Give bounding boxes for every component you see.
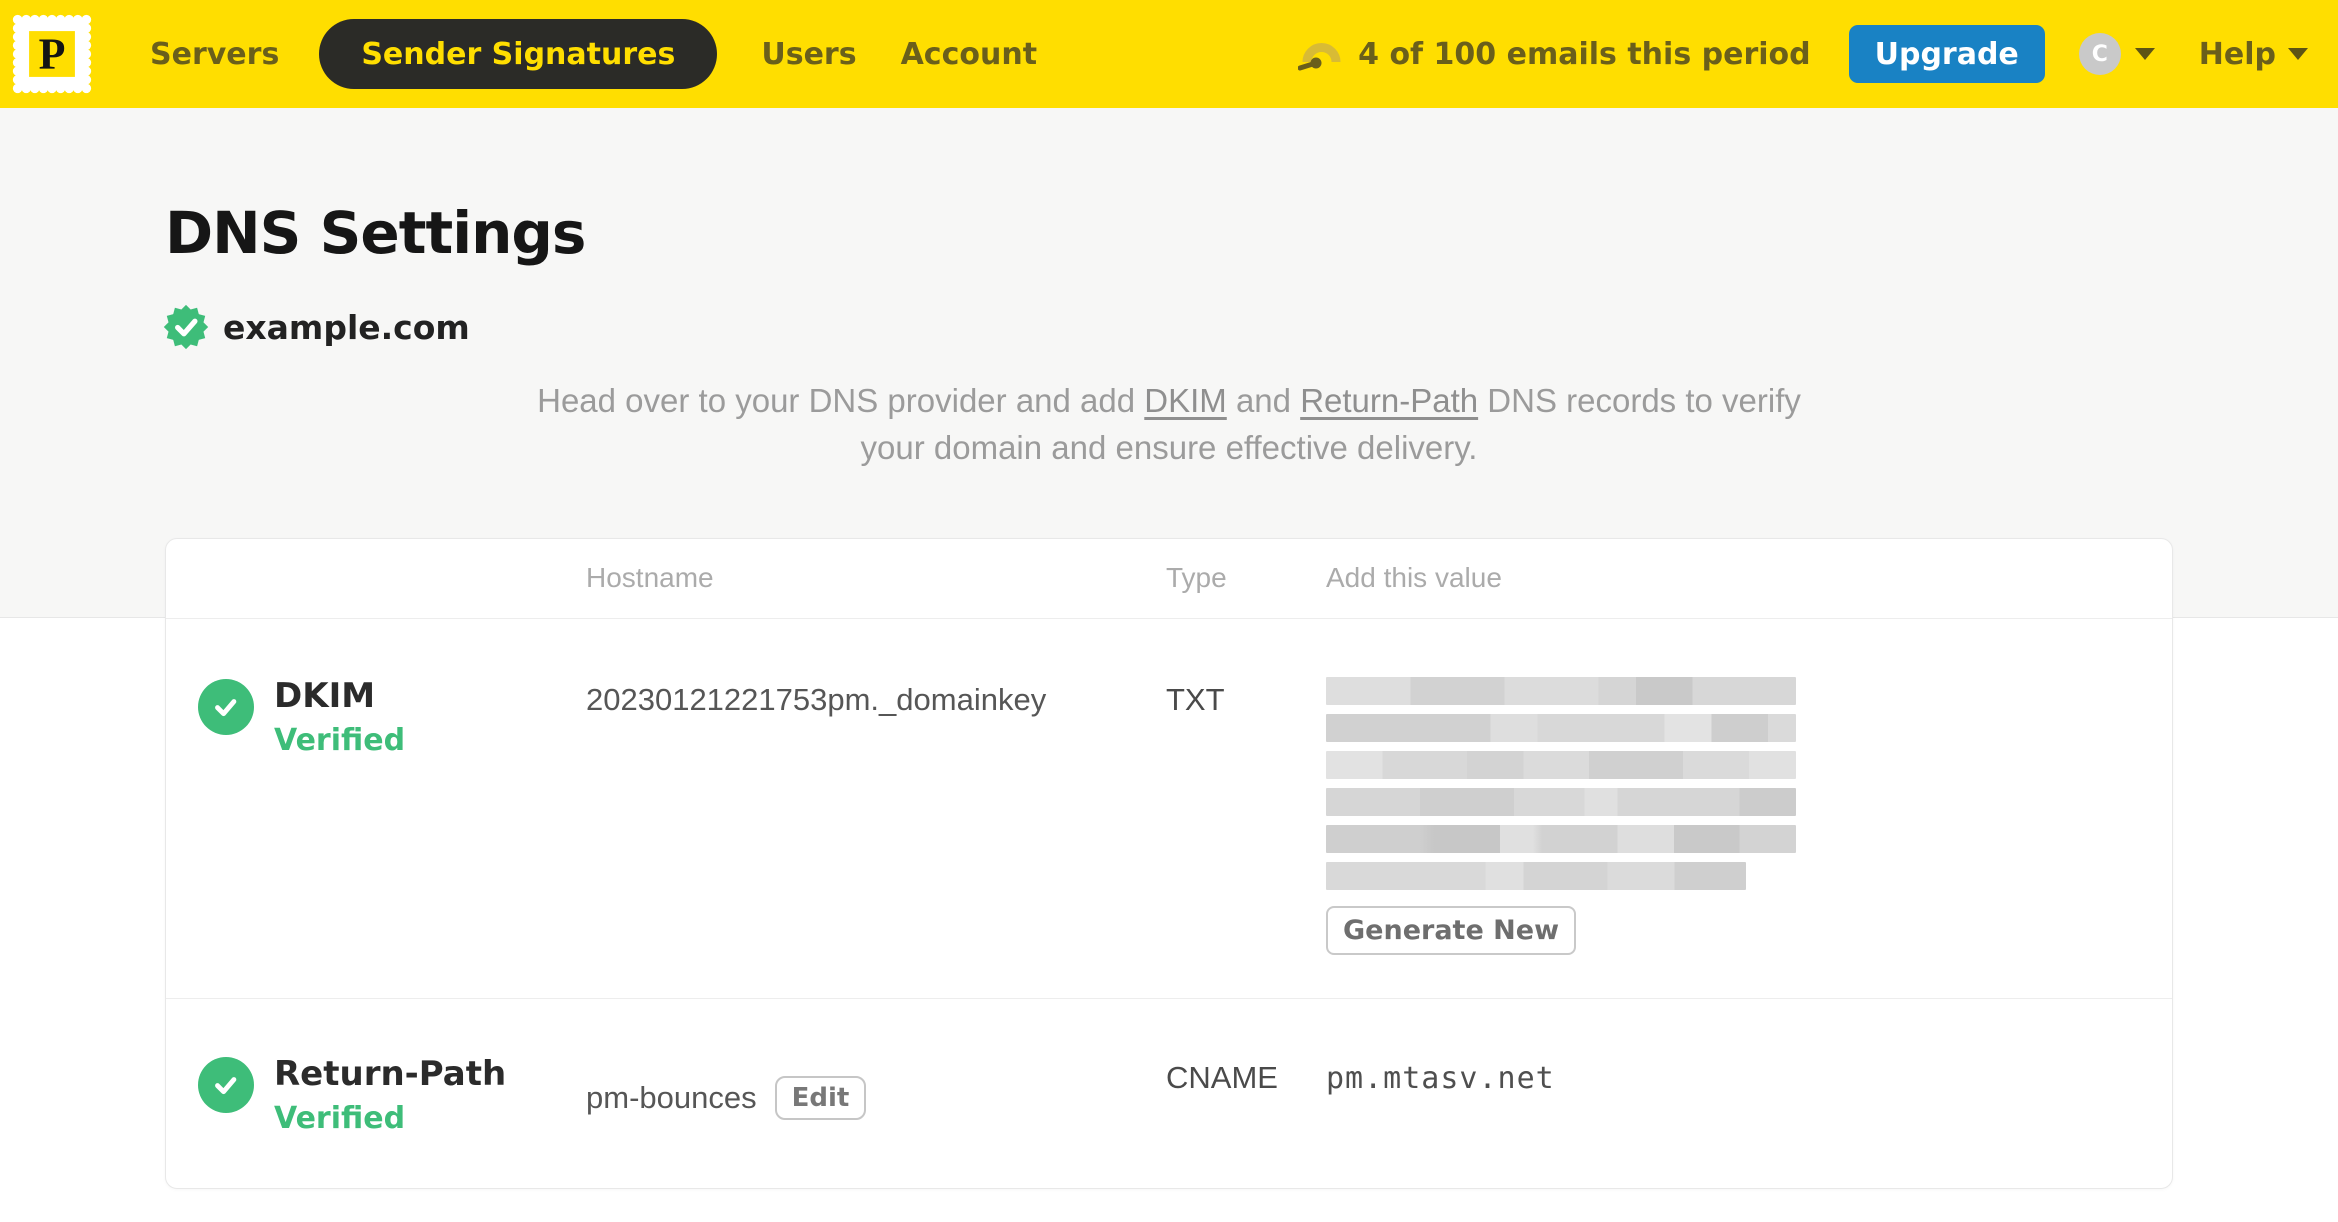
- dkim-link[interactable]: DKIM: [1144, 382, 1227, 419]
- upgrade-button[interactable]: Upgrade: [1848, 25, 2045, 83]
- generate-new-button[interactable]: Generate New: [1326, 905, 1577, 955]
- record-name: Return-Path: [274, 1053, 507, 1094]
- avatar[interactable]: C: [2078, 33, 2121, 75]
- return-path-hostname: pm-bounces: [586, 1079, 757, 1115]
- help-label: Help: [2198, 36, 2276, 72]
- verified-check-icon: [198, 678, 254, 735]
- account-menu[interactable]: C: [2078, 33, 2155, 75]
- status-badge: Verified: [274, 1100, 406, 1136]
- redacted-bar: [1326, 676, 1796, 705]
- usage-meter: 4 of 100 emails this period: [1298, 35, 1811, 73]
- return-path-status-cell: Return-Path Verified: [166, 1053, 586, 1136]
- status-badge: Verified: [274, 722, 406, 758]
- nav-item-users[interactable]: Users: [761, 37, 856, 72]
- dkim-status-cell: DKIM Verified: [166, 675, 586, 955]
- dns-records-card: Hostname Type Add this value DKIM Verifi…: [165, 537, 2173, 1189]
- help-menu[interactable]: Help: [2199, 37, 2308, 72]
- redacted-bar: [1326, 861, 1746, 890]
- redacted-bar: [1326, 713, 1796, 742]
- dkim-hostname: 20230121221753pm._domainkey: [586, 681, 1047, 717]
- chevron-down-icon: [2288, 48, 2308, 60]
- dns-instructions: Head over to your DNS provider and add D…: [534, 378, 1804, 472]
- redacted-bar: [1326, 787, 1796, 816]
- record-name: DKIM: [274, 675, 376, 716]
- logo-letter: P: [39, 30, 66, 78]
- top-nav: P Servers Sender Signatures Users Accoun…: [0, 0, 2338, 108]
- page-title: DNS Settings: [165, 199, 586, 267]
- verified-check-icon: [198, 1056, 254, 1113]
- instruction-text: Head over to your DNS provider and add: [537, 382, 1145, 419]
- table-row-dkim: DKIM Verified 20230121221753pm._domainke…: [166, 619, 2172, 999]
- dkim-value-cell: Generate New: [1326, 676, 2172, 955]
- header-hostname: Hostname: [586, 562, 714, 594]
- chevron-down-icon: [2134, 48, 2155, 60]
- return-path-value: pm.mtasv.net: [1326, 1060, 1555, 1096]
- return-path-hostname-cell: pm-bounces Edit: [586, 1055, 1166, 1136]
- dkim-name-block: DKIM Verified: [274, 675, 406, 955]
- return-path-type: CNAME: [1166, 1059, 1278, 1095]
- domain-name: example.com: [223, 307, 470, 347]
- main-content: DNS Settings example.com Head over to yo…: [0, 204, 2338, 1189]
- edit-button[interactable]: Edit: [774, 1075, 867, 1120]
- gauge-icon: [1298, 43, 1341, 71]
- redacted-dkim-value: [1326, 676, 1796, 890]
- usage-text: 4 of 100 emails this period: [1358, 36, 1811, 72]
- dkim-type: TXT: [1166, 681, 1225, 717]
- return-path-name-block: Return-Path Verified: [274, 1053, 507, 1136]
- table-row-return-path: Return-Path Verified pm-bounces Edit CNA…: [166, 999, 2172, 1188]
- nav-item-sender-signatures[interactable]: Sender Signatures: [319, 19, 718, 89]
- header-type: Type: [1166, 562, 1227, 594]
- header-value: Add this value: [1326, 562, 1502, 594]
- return-path-link[interactable]: Return-Path: [1300, 382, 1478, 419]
- postmark-logo[interactable]: P: [10, 10, 94, 98]
- table-header: Hostname Type Add this value: [166, 539, 2172, 619]
- redacted-bar: [1326, 824, 1796, 853]
- nav-item-servers[interactable]: Servers: [150, 37, 279, 72]
- verified-domain: example.com: [163, 304, 2338, 350]
- redacted-bar: [1326, 750, 1796, 779]
- instruction-text: and: [1226, 382, 1301, 419]
- verified-seal-icon: [163, 304, 209, 350]
- nav-item-account[interactable]: Account: [901, 37, 1037, 72]
